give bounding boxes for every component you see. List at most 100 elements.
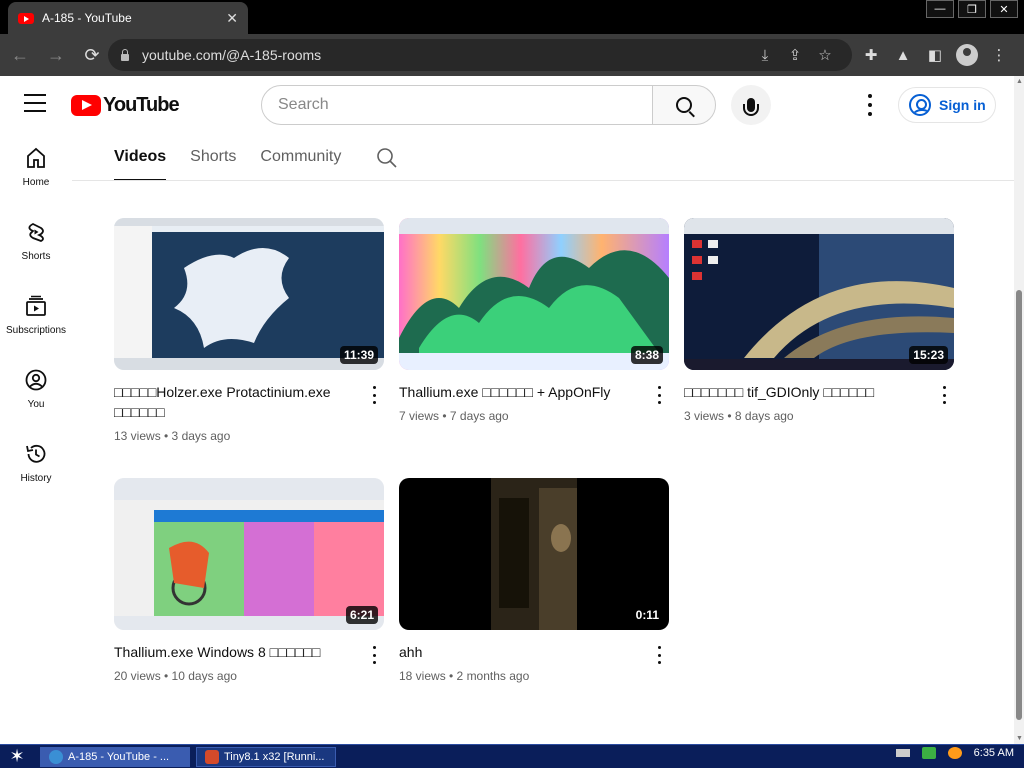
sidebar-item-history[interactable]: History [0,428,72,498]
install-app-icon[interactable]: ⤓ [750,47,780,64]
sidebar-item-subscriptions[interactable]: Subscriptions [0,280,72,350]
tab-close-icon[interactable]: ✕ [226,10,238,27]
restore-button[interactable]: ❐ [958,0,986,18]
bookmark-star-icon[interactable]: ☆ [810,46,840,64]
sidebar-item-you[interactable]: You [0,354,72,424]
sign-in-button[interactable]: Sign in [898,87,996,123]
taskbar-item-label: Tiny8.1 x32 [Runni... [224,750,325,763]
window-close-button[interactable]: ✕ [990,0,1018,18]
search-input[interactable]: Search [261,85,653,125]
video-card[interactable]: 15:23 □□□□□□□ tif_GDIOnly □□□□□□ 3 views… [684,218,954,423]
sidebar-item-shorts[interactable]: Shorts [0,206,72,276]
history-icon [24,442,48,466]
video-duration: 0:11 [631,606,663,624]
address-bar[interactable]: youtube.com/@A-185-rooms ⤓ ⇪ ☆ [108,39,852,71]
minimize-button[interactable]: — [926,0,954,18]
tab-community[interactable]: Community [260,132,341,181]
search-tray-icon[interactable] [947,747,962,759]
video-options-icon[interactable] [938,386,950,404]
sidebar-item-label: History [20,473,52,484]
voice-search-button[interactable] [731,85,771,125]
youtube-page: YouTube Search Sign in Home Shorts Subsc… [0,76,1014,744]
search-button[interactable] [652,85,716,125]
channel-search-icon[interactable] [376,147,398,174]
window-controls: — ❐ ✕ [926,0,1018,18]
channel-tabs: Videos Shorts Community [114,132,365,181]
video-card[interactable]: 6:21 Thallium.exe Windows 8 □□□□□□ 20 vi… [114,478,384,683]
taskbar-item-browser[interactable]: A-185 - YouTube - ... [40,746,190,767]
browser-toolbar: ← → ⟳ youtube.com/@A-185-rooms ⤓ ⇪ ☆ ✚ ▲… [0,34,1024,76]
video-options-icon[interactable] [653,386,665,404]
clock[interactable]: 6:35 AM [974,747,1014,759]
video-metadata: 20 views • 10 days ago [114,669,237,683]
lock-icon[interactable] [120,49,130,61]
browser-titlebar: A-185 - YouTube ✕ — ❐ ✕ [0,0,1024,34]
video-duration: 8:38 [630,346,663,364]
video-card[interactable]: 11:39 □□□□□Holzer.exe Protactinium.exe □… [114,218,384,443]
taskbar-item-vm[interactable]: Tiny8.1 x32 [Runni... [196,746,336,767]
taskbar-item-label: A-185 - YouTube - ... [68,750,170,763]
system-tray: 6:35 AM [895,747,1014,759]
video-metadata: 13 views • 3 days ago [114,429,231,443]
page-scrollbar[interactable]: ▲ ▼ [1014,76,1024,744]
youtube-logo[interactable]: YouTube [71,94,180,117]
settings-more-icon[interactable] [860,94,880,116]
browser-menu-icon[interactable]: ⋮ [986,39,1012,71]
profile-icon[interactable] [954,39,980,71]
tabs-divider [72,180,1014,181]
network-icon[interactable] [921,747,936,759]
search-icon [676,97,692,113]
back-arrow-icon[interactable]: ← [4,39,36,71]
sidebar-item-home[interactable]: Home [0,132,72,202]
sign-in-label: Sign in [939,97,986,113]
video-card[interactable]: 0:11 ahh 18 views • 2 months ago [399,478,669,683]
url-text[interactable]: youtube.com/@A-185-rooms [142,47,750,63]
hamburger-menu-icon[interactable] [24,94,46,112]
shorts-icon [24,220,48,244]
video-title[interactable]: □□□□□Holzer.exe Protactinium.exe □□□□□□ [114,382,350,422]
you-icon [24,368,48,392]
video-title[interactable]: Thallium.exe Windows 8 □□□□□□ [114,642,350,662]
video-thumbnail[interactable]: 0:11 [399,478,669,630]
tab-shorts[interactable]: Shorts [190,132,236,181]
video-thumbnail[interactable]: 11:39 [114,218,384,370]
video-title[interactable]: Thallium.exe □□□□□□ + AppOnFly [399,382,635,402]
tab-videos[interactable]: Videos [114,132,167,181]
video-metadata: 7 views • 7 days ago [399,409,509,423]
video-title[interactable]: □□□□□□□ tif_GDIOnly □□□□□□ [684,382,920,402]
video-duration: 6:21 [345,606,378,624]
scrollbar-thumb[interactable] [1016,290,1022,720]
video-thumbnail[interactable]: 8:38 [399,218,669,370]
start-button[interactable]: ✶ [0,745,34,768]
video-duration: 15:23 [909,346,948,364]
video-options-icon[interactable] [653,646,665,664]
video-title[interactable]: ahh [399,642,635,662]
video-thumbnail[interactable]: 6:21 [114,478,384,630]
video-options-icon[interactable] [368,646,380,664]
microphone-icon [743,98,759,116]
youtube-play-icon [71,95,101,116]
scroll-down-icon[interactable]: ▼ [1016,735,1023,742]
browser-tab[interactable]: A-185 - YouTube ✕ [8,2,248,34]
reload-icon[interactable]: ⟳ [76,39,108,71]
video-metadata: 3 views • 8 days ago [684,409,794,423]
scroll-up-icon[interactable]: ▲ [1016,78,1023,85]
video-card[interactable]: 8:38 Thallium.exe □□□□□□ + AppOnFly 7 vi… [399,218,669,423]
sidebar-item-label: Subscriptions [5,325,67,336]
video-options-icon[interactable] [368,386,380,404]
extensions-puzzle-icon[interactable]: ✚ [858,39,884,71]
mini-guide: Home Shorts Subscriptions You History [0,132,72,744]
masthead: YouTube Search Sign in [0,76,1014,132]
account-circle-icon [909,94,931,116]
virtualbox-app-icon [205,749,219,764]
forward-arrow-icon[interactable]: → [40,39,72,71]
labs-flask-icon[interactable]: ▲ [890,39,916,71]
os-taskbar: ✶ A-185 - YouTube - ... Tiny8.1 x32 [Run… [0,744,1024,768]
home-icon [24,146,48,170]
subscriptions-icon [24,294,48,318]
side-panel-icon[interactable]: ◧ [922,39,948,71]
logo-text: YouTube [103,94,180,116]
keyboard-icon[interactable] [895,749,910,757]
video-thumbnail[interactable]: 15:23 [684,218,954,370]
share-icon[interactable]: ⇪ [780,46,810,64]
